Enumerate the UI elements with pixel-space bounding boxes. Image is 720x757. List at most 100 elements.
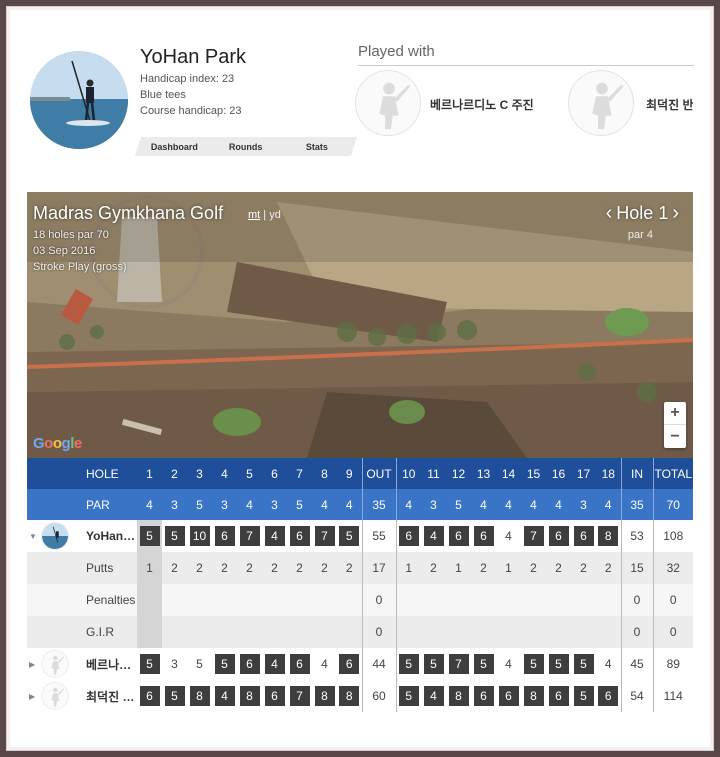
- par-row-cell: 4: [312, 489, 337, 520]
- stat-cell: [187, 584, 212, 616]
- player-row[interactable]: ▶ 베르나… 5 3 5 5 6 4 6 4 6 44 5 5 7 5 4 5 5 5 4 45 89: [27, 648, 693, 680]
- score-box[interactable]: 8: [239, 686, 260, 706]
- score-box[interactable]: 5: [548, 654, 569, 674]
- score-box[interactable]: 6: [498, 686, 519, 706]
- hole-row-cell: 15: [521, 458, 546, 489]
- score-box[interactable]: 5: [398, 686, 419, 706]
- player-name[interactable]: YoHan…: [86, 529, 135, 543]
- score-box[interactable]: 5: [423, 654, 444, 674]
- played-with-name[interactable]: 베르나르디노 C 주진: [430, 96, 534, 113]
- score-box[interactable]: 5: [164, 526, 185, 546]
- score-box[interactable]: 6: [548, 686, 569, 706]
- score-box[interactable]: 7: [523, 526, 544, 546]
- score-box[interactable]: 5: [139, 654, 160, 674]
- score-cell[interactable]: 5: [196, 657, 203, 671]
- score-box[interactable]: 5: [339, 526, 360, 546]
- chevron-right-icon[interactable]: ›: [668, 202, 683, 225]
- played-with-name[interactable]: 최덕진 반: [646, 96, 693, 113]
- score-box[interactable]: 7: [448, 654, 469, 674]
- score-box[interactable]: 8: [314, 686, 335, 706]
- tab-rounds[interactable]: Rounds: [205, 137, 287, 156]
- score-box[interactable]: 4: [423, 526, 444, 546]
- score-box[interactable]: 8: [523, 686, 544, 706]
- score-box[interactable]: 6: [473, 526, 494, 546]
- score-cell[interactable]: 4: [505, 657, 512, 671]
- score-box[interactable]: 6: [548, 526, 569, 546]
- score-box[interactable]: 6: [398, 526, 419, 546]
- score-box[interactable]: 6: [339, 654, 360, 674]
- profile-tabs: Dashboard Rounds Stats: [134, 137, 358, 156]
- stat-row: Putts 1 2 2 2 2 2 2 2 2 17 1 2 1 2 1 2 2 2 2 15 32: [27, 552, 693, 584]
- score-box[interactable]: 5: [523, 654, 544, 674]
- score-box[interactable]: 4: [214, 686, 235, 706]
- score-box[interactable]: 7: [314, 526, 335, 546]
- score-box[interactable]: 6: [598, 686, 619, 706]
- player-name[interactable]: 최덕진 …: [86, 690, 134, 704]
- score-box[interactable]: 5: [573, 686, 594, 706]
- stat-cell: [287, 616, 312, 648]
- score-total: 45: [630, 657, 644, 671]
- chevron-left-icon[interactable]: ‹: [602, 202, 617, 225]
- par-row-cell: 70: [652, 489, 693, 520]
- score-box[interactable]: 8: [598, 526, 619, 546]
- player-row[interactable]: ▼ YoHan… 5 5 10 6 7 4 6 7 5 55 6 4 6 6 4 7 6 6 8 53 108: [27, 520, 693, 552]
- score-box[interactable]: 6: [289, 654, 310, 674]
- course-name: Madras Gymkhana Golf: [33, 203, 224, 223]
- player-avatar: [41, 522, 69, 550]
- hole-row-cell: 4: [212, 458, 237, 489]
- caret-down-icon[interactable]: ▼: [29, 532, 41, 541]
- score-box[interactable]: 8: [189, 686, 210, 706]
- zoom-out-button[interactable]: −: [664, 425, 686, 448]
- score-box[interactable]: 5: [573, 654, 594, 674]
- unit-yd-link[interactable]: yd: [269, 209, 281, 221]
- player-name[interactable]: 베르나…: [86, 658, 131, 672]
- score-box[interactable]: 8: [448, 686, 469, 706]
- score-box[interactable]: 4: [423, 686, 444, 706]
- caret-right-icon[interactable]: ▶: [29, 660, 41, 669]
- score-box[interactable]: 6: [473, 686, 494, 706]
- stat-cell: 1: [446, 552, 471, 584]
- stat-cell: [596, 584, 621, 616]
- score-box[interactable]: 7: [289, 686, 310, 706]
- score-box[interactable]: 5: [398, 654, 419, 674]
- stat-cell: [421, 616, 446, 648]
- par-row-cell: 4: [546, 489, 571, 520]
- score-box[interactable]: 5: [473, 654, 494, 674]
- score-box[interactable]: 5: [214, 654, 235, 674]
- course-map[interactable]: Madras Gymkhana Golf mt | yd 18 holes pa…: [27, 192, 693, 458]
- player-avatar[interactable]: [568, 70, 634, 136]
- unit-mt-link[interactable]: mt: [248, 209, 260, 221]
- stat-row: Penalties 0 0 0: [27, 584, 693, 616]
- tab-dashboard[interactable]: Dashboard: [134, 137, 216, 156]
- score-box[interactable]: 4: [264, 654, 285, 674]
- score-cell[interactable]: 4: [321, 657, 328, 671]
- score-box[interactable]: 6: [139, 686, 160, 706]
- hole-row-cell: 10: [395, 458, 421, 489]
- score-box[interactable]: 6: [448, 526, 469, 546]
- score-box[interactable]: 6: [214, 526, 235, 546]
- zoom-in-button[interactable]: +: [664, 402, 686, 425]
- score-box[interactable]: 6: [289, 526, 310, 546]
- stat-cell: 2: [237, 552, 262, 584]
- score-box[interactable]: 6: [264, 686, 285, 706]
- score-box[interactable]: 7: [239, 526, 260, 546]
- score-box[interactable]: 6: [573, 526, 594, 546]
- score-box[interactable]: 5: [139, 526, 160, 546]
- score-box[interactable]: 10: [189, 526, 210, 546]
- caret-right-icon[interactable]: ▶: [29, 692, 41, 701]
- score-box[interactable]: 6: [239, 654, 260, 674]
- score-cell[interactable]: 4: [505, 529, 512, 543]
- player-row[interactable]: ▶ 최덕진 … 6 5 8 4 8 6 7 8 8 60 5 4 8 6 6 8 6 5 6 54 114: [27, 680, 693, 712]
- hole-row-cell: 17: [571, 458, 596, 489]
- score-cell[interactable]: 4: [605, 657, 612, 671]
- stat-cell: 32: [652, 552, 693, 584]
- score-box[interactable]: 5: [164, 686, 185, 706]
- score-box[interactable]: 8: [339, 686, 360, 706]
- player-avatar[interactable]: [355, 70, 421, 136]
- hole-row-cell: 3: [187, 458, 212, 489]
- tab-stats[interactable]: Stats: [276, 137, 358, 156]
- par-row-cell: 3: [262, 489, 287, 520]
- score-box[interactable]: 4: [264, 526, 285, 546]
- score-cell[interactable]: 3: [171, 657, 178, 671]
- stat-cell: [421, 584, 446, 616]
